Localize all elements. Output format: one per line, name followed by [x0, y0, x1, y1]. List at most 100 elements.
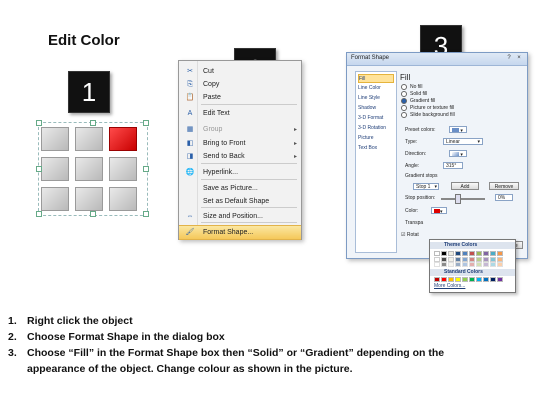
color-swatch[interactable]: [462, 262, 468, 267]
color-swatch[interactable]: [469, 251, 475, 256]
stop-position-input[interactable]: 0%: [495, 194, 513, 201]
nav-item-picture[interactable]: Picture: [358, 134, 394, 143]
color-swatch[interactable]: [483, 277, 489, 282]
radio-icon[interactable]: [401, 105, 407, 111]
color-swatch[interactable]: [434, 277, 440, 282]
stop-dropdown[interactable]: Stop 1 ▾: [413, 183, 439, 190]
scissors-icon: ✂: [187, 68, 193, 75]
color-swatch[interactable]: [490, 251, 496, 256]
cube[interactable]: [41, 187, 69, 211]
color-swatch[interactable]: [448, 277, 454, 282]
color-swatch[interactable]: [476, 262, 482, 267]
fill-option-gradient-fill[interactable]: Gradient fill: [401, 98, 435, 104]
nav-item-line-color[interactable]: Line Color: [358, 84, 394, 93]
remove-button[interactable]: Remove: [489, 182, 519, 190]
color-swatch[interactable]: [441, 251, 447, 256]
selection-handle[interactable]: [90, 211, 96, 217]
preset-colors-dropdown[interactable]: ▾: [449, 126, 467, 134]
menu-item-copy[interactable]: ⎘ Copy: [179, 78, 301, 91]
menu-item-format-shape[interactable]: 🖌 Format Shape...: [179, 225, 301, 240]
selection-handle[interactable]: [90, 120, 96, 126]
close-icon[interactable]: ×: [515, 55, 523, 62]
color-swatch[interactable]: [497, 251, 503, 256]
blank-icon: [185, 184, 195, 193]
selection-handle[interactable]: [36, 166, 42, 172]
cube[interactable]: [41, 127, 69, 151]
cube-shape-selection[interactable]: [36, 120, 149, 217]
color-swatch[interactable]: [448, 251, 454, 256]
color-swatch[interactable]: [497, 277, 503, 282]
color-swatch[interactable]: [483, 262, 489, 267]
color-swatch[interactable]: [497, 262, 503, 267]
format-shape-dialog: Format Shape ? × Fill Line Color Line Styl…: [346, 52, 528, 259]
menu-item-save-as-picture[interactable]: Save as Picture...: [179, 182, 301, 195]
cube[interactable]: [41, 157, 69, 181]
color-swatch[interactable]: [490, 277, 496, 282]
color-swatch[interactable]: [434, 251, 440, 256]
color-swatch[interactable]: [441, 262, 447, 267]
radio-icon[interactable]: [401, 91, 407, 97]
color-swatch[interactable]: [483, 251, 489, 256]
color-swatch[interactable]: [455, 251, 461, 256]
menu-item-cut[interactable]: ✂ Cut: [179, 65, 301, 78]
color-swatch[interactable]: [490, 262, 496, 267]
nav-item-fill[interactable]: Fill: [358, 74, 394, 83]
nav-item-line-style[interactable]: Line Style: [358, 94, 394, 103]
menu-item-edit-text[interactable]: A Edit Text: [179, 107, 301, 120]
type-dropdown[interactable]: Linear ▾: [443, 138, 483, 145]
color-swatch[interactable]: [434, 262, 440, 267]
selection-handle[interactable]: [36, 120, 42, 126]
step-text: Right click the object: [27, 315, 133, 327]
menu-separator: [201, 179, 297, 180]
theme-colors-row: [434, 251, 503, 256]
nav-item-shadow[interactable]: Shadow: [358, 104, 394, 113]
selection-handle[interactable]: [143, 166, 149, 172]
slider-thumb[interactable]: [455, 194, 461, 204]
chevron-down-icon: ▾: [434, 184, 437, 190]
fill-option-solid-fill[interactable]: Solid fill: [401, 91, 427, 97]
color-swatch[interactable]: [455, 262, 461, 267]
selection-handle[interactable]: [143, 211, 149, 217]
menu-item-group[interactable]: ▦ Group ▸: [179, 123, 301, 136]
nav-item-3-d-format[interactable]: 3-D Format: [358, 114, 394, 123]
color-swatch[interactable]: [441, 277, 447, 282]
radio-icon[interactable]: [401, 98, 407, 104]
stop-position-slider[interactable]: [441, 198, 485, 200]
cube[interactable]: [75, 157, 103, 181]
menu-item-hyperlink[interactable]: 🌐 Hyperlink...: [179, 166, 301, 179]
color-swatch[interactable]: [455, 277, 461, 282]
color-swatch[interactable]: [469, 277, 475, 282]
color-swatch[interactable]: [476, 277, 482, 282]
color-swatch[interactable]: [462, 251, 468, 256]
color-dropdown[interactable]: ▾: [431, 207, 447, 215]
nav-item-text-box[interactable]: Text Box: [358, 144, 394, 153]
fill-option-no-fill[interactable]: No fill: [401, 84, 423, 90]
selection-handle[interactable]: [143, 120, 149, 126]
preset-colors-label: Preset colors:: [405, 127, 436, 133]
add-button[interactable]: Add: [451, 182, 479, 190]
fill-option-picture-or-texture-fill[interactable]: Picture or texture fill: [401, 105, 454, 111]
menu-item-paste[interactable]: 📋 Paste: [179, 91, 301, 104]
cube[interactable]: [109, 187, 137, 211]
help-icon[interactable]: ?: [505, 55, 513, 62]
cube-selected[interactable]: [109, 127, 137, 151]
cube[interactable]: [109, 157, 137, 181]
color-swatch[interactable]: [462, 277, 468, 282]
more-colors-link[interactable]: More Colors...: [434, 283, 465, 289]
rotate-checkbox[interactable]: ☑ Rotat: [401, 232, 419, 238]
radio-icon[interactable]: [401, 84, 407, 90]
color-swatch[interactable]: [469, 262, 475, 267]
color-swatch[interactable]: [476, 251, 482, 256]
angle-input[interactable]: 315°: [443, 162, 463, 169]
selection-handle[interactable]: [36, 211, 42, 217]
color-swatch[interactable]: [448, 262, 454, 267]
radio-icon[interactable]: [401, 112, 407, 118]
direction-dropdown[interactable]: ▾: [449, 150, 467, 158]
menu-item-send-to-back[interactable]: ◨ Send to Back ▸: [179, 150, 301, 163]
menu-item-bring-to-front[interactable]: ◧ Bring to Front ▸: [179, 137, 301, 150]
paste-icon: 📋: [185, 94, 195, 101]
fill-option-slide-background-fill[interactable]: Slide background fill: [401, 112, 455, 118]
cube[interactable]: [75, 127, 103, 151]
cube[interactable]: [75, 187, 103, 211]
nav-item-3-d-rotation[interactable]: 3-D Rotation: [358, 124, 394, 133]
